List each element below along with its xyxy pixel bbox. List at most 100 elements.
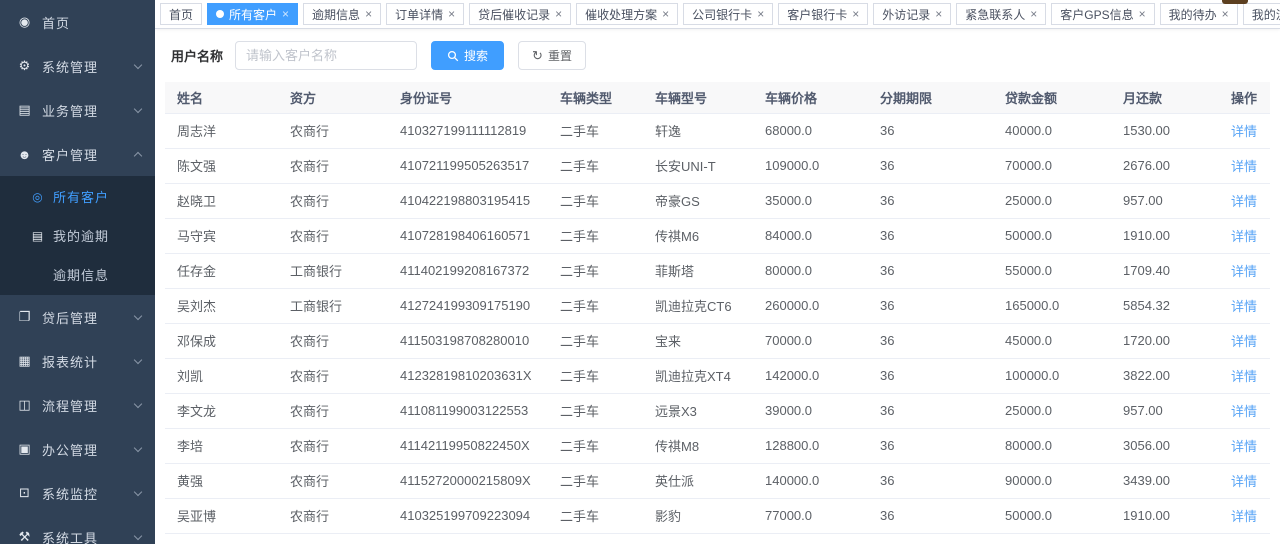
- page-tab[interactable]: 客户GPS信息 ×: [1051, 3, 1154, 25]
- detail-link[interactable]: 详情: [1231, 229, 1257, 244]
- sidebar-submenu-item[interactable]: 逾期信息: [0, 255, 155, 294]
- sidebar-item-label: 系统管理: [42, 57, 135, 76]
- cell-term: 36: [868, 148, 993, 183]
- close-icon[interactable]: ×: [365, 8, 372, 20]
- cell-vehicle-model: 长安UNI-T: [643, 148, 753, 183]
- detail-link[interactable]: 详情: [1231, 369, 1257, 384]
- page-tab[interactable]: 催收处理方案 ×: [576, 3, 678, 25]
- sidebar-menu-item[interactable]: ◉ 首页: [0, 0, 155, 44]
- cell-term: 36: [868, 358, 993, 393]
- page-tab[interactable]: 订单详情 ×: [386, 3, 464, 25]
- page-tab[interactable]: 公司银行卡 ×: [683, 3, 773, 25]
- sidebar-submenu-item[interactable]: ◎ 所有客户: [0, 177, 155, 216]
- cell-price: 70000.0: [753, 323, 868, 358]
- cell-price: 84000.0: [753, 218, 868, 253]
- cell-loan: 165000.0: [993, 288, 1111, 323]
- tab-label: 贷后催收记录: [478, 6, 550, 23]
- detail-link[interactable]: 详情: [1231, 194, 1257, 209]
- cell-vehicle-type: 二手车: [548, 218, 643, 253]
- sidebar-menu-item[interactable]: ⚒ 系统工具: [0, 515, 155, 544]
- cell-action: 详情: [1231, 288, 1270, 323]
- detail-link[interactable]: 详情: [1231, 264, 1257, 279]
- page-tab[interactable]: 贷后催收记录 ×: [469, 3, 571, 25]
- cell-vehicle-type: 二手车: [548, 323, 643, 358]
- reset-button[interactable]: ↻ 重置: [518, 41, 586, 70]
- cell-vehicle-type: 二手车: [548, 253, 643, 288]
- chevron-down-icon: [134, 531, 142, 539]
- sidebar-menu-item[interactable]: ❐ 贷后管理: [0, 295, 155, 339]
- sidebar-menu-item[interactable]: ⚙ 系统管理: [0, 44, 155, 88]
- close-icon[interactable]: ×: [555, 8, 562, 20]
- cell-term: 36: [868, 288, 993, 323]
- page-tab[interactable]: 客户银行卡 ×: [778, 3, 868, 25]
- page-tab[interactable]: 逾期信息 ×: [303, 3, 381, 25]
- col-header-term: 分期期限: [868, 82, 993, 113]
- sidebar-subitem-label: 所有客户: [53, 187, 155, 206]
- cell-vehicle-type: 二手车: [548, 183, 643, 218]
- page-tab[interactable]: 所有客户 ×: [207, 3, 298, 25]
- col-header-loan: 贷款金额: [993, 82, 1111, 113]
- col-header-vehicle-model: 车辆型号: [643, 82, 753, 113]
- cell-loan: 50000.0: [993, 533, 1111, 544]
- cell-monthly: 1910.00: [1111, 498, 1231, 533]
- customer-name-input[interactable]: [235, 41, 417, 70]
- chevron-icon: [134, 151, 142, 159]
- close-icon[interactable]: ×: [935, 8, 942, 20]
- cell-id-number: 412724199309175190: [388, 288, 548, 323]
- close-icon[interactable]: ×: [282, 8, 289, 20]
- close-icon[interactable]: ×: [1030, 8, 1037, 20]
- detail-link[interactable]: 详情: [1231, 439, 1257, 454]
- search-button[interactable]: 搜索: [431, 41, 504, 70]
- close-icon[interactable]: ×: [852, 8, 859, 20]
- page-tab[interactable]: 我的待办 ×: [1160, 3, 1238, 25]
- detail-link[interactable]: 详情: [1231, 404, 1257, 419]
- table-row: 任存金 工商银行 411402199208167372 二手车 菲斯塔 8000…: [165, 253, 1270, 288]
- cell-monthly: 1720.00: [1111, 323, 1231, 358]
- sidebar-menu-item[interactable]: ⊡ 系统监控: [0, 471, 155, 515]
- cell-monthly: 1910.00: [1111, 533, 1231, 544]
- cell-loan: 70000.0: [993, 148, 1111, 183]
- detail-link[interactable]: 详情: [1231, 509, 1257, 524]
- page-tab[interactable]: 外访记录 ×: [873, 3, 951, 25]
- detail-link[interactable]: 详情: [1231, 124, 1257, 139]
- content-panel: 用户名称 搜索 ↻ 重置 姓名: [155, 29, 1280, 544]
- sidebar-menu-item[interactable]: ▤ 业务管理: [0, 88, 155, 132]
- tab-label: 催收处理方案: [585, 6, 657, 23]
- cell-price: 128800.0: [753, 428, 868, 463]
- tab-label: 逾期信息: [312, 6, 360, 23]
- cell-vehicle-model: 英仕派: [643, 463, 753, 498]
- cell-action: 详情: [1231, 428, 1270, 463]
- close-icon[interactable]: ×: [1222, 8, 1229, 20]
- sidebar-item-label: 客户管理: [42, 145, 135, 164]
- close-icon[interactable]: ×: [1139, 8, 1146, 20]
- tab-label: 我的流程: [1252, 6, 1280, 23]
- detail-link[interactable]: 详情: [1231, 159, 1257, 174]
- cell-loan: 25000.0: [993, 393, 1111, 428]
- close-icon[interactable]: ×: [757, 8, 764, 20]
- page-tab[interactable]: 首页 ×: [160, 3, 202, 25]
- table-header: 姓名 资方 身份证号 车辆类型 车辆型号 车辆价格 分期期限 贷款金额 月还款 …: [165, 82, 1270, 113]
- close-icon[interactable]: ×: [448, 8, 455, 20]
- sidebar-submenu-item[interactable]: ▤ 我的逾期: [0, 216, 155, 255]
- cell-monthly: 1530.00: [1111, 113, 1231, 148]
- sidebar-menu-item[interactable]: ◫ 流程管理: [0, 383, 155, 427]
- table-row: 周志洋 农商行 410327199111112819 二手车 轩逸 68000.…: [165, 113, 1270, 148]
- detail-link[interactable]: 详情: [1231, 334, 1257, 349]
- cell-loan: 55000.0: [993, 253, 1111, 288]
- close-icon[interactable]: ×: [662, 8, 669, 20]
- tab-label: 首页: [169, 6, 193, 23]
- col-header-price: 车辆价格: [753, 82, 868, 113]
- page-tab[interactable]: 我的流程 ×: [1243, 3, 1280, 25]
- sidebar-menu-item[interactable]: ▣ 办公管理: [0, 427, 155, 471]
- cell-action: 详情: [1231, 218, 1270, 253]
- detail-link[interactable]: 详情: [1231, 299, 1257, 314]
- cell-funder: 农商行: [278, 218, 388, 253]
- cell-id-number: 41232819810203631X: [388, 358, 548, 393]
- sidebar-menu-item[interactable]: ▦ 报表统计: [0, 339, 155, 383]
- tab-label: 紧急联系人: [965, 6, 1025, 23]
- col-header-monthly: 月还款: [1111, 82, 1231, 113]
- page-tab[interactable]: 紧急联系人 ×: [956, 3, 1046, 25]
- cell-vehicle-type: 二手车: [548, 358, 643, 393]
- detail-link[interactable]: 详情: [1231, 474, 1257, 489]
- sidebar-menu-item[interactable]: ☻ 客户管理: [0, 132, 155, 176]
